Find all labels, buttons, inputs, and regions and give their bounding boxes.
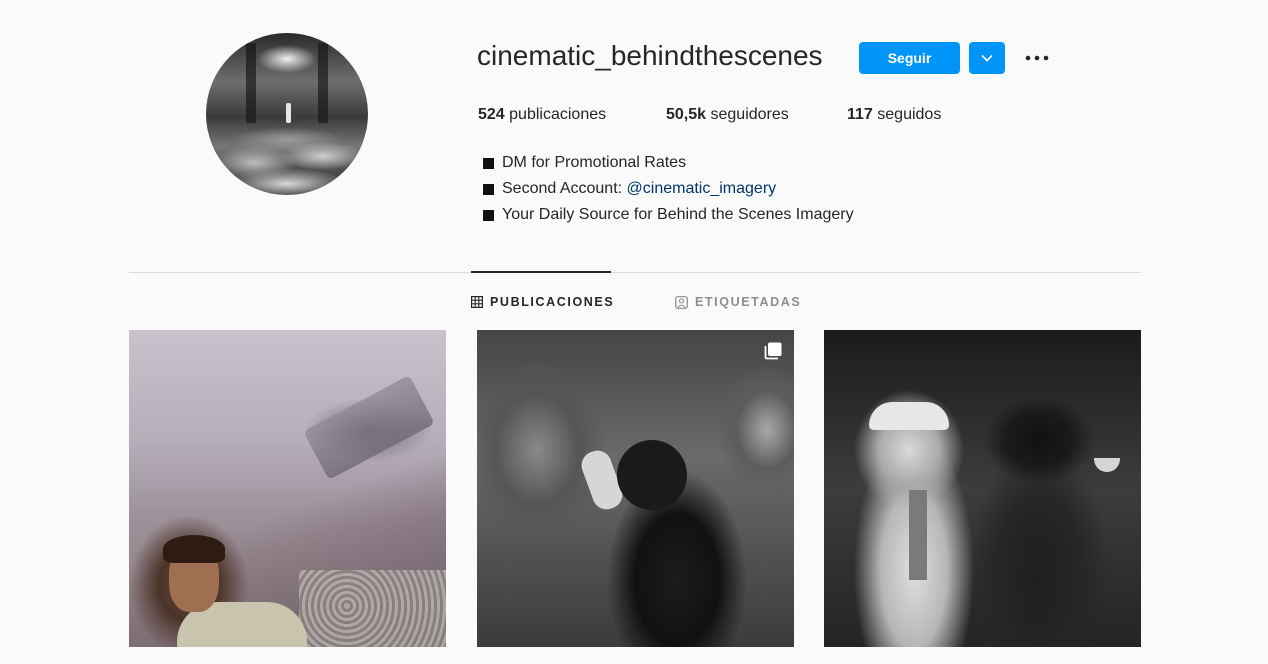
bullet-square-icon [483,183,494,195]
more-options-icon [1025,55,1049,61]
follow-button[interactable]: Seguir [859,42,960,74]
tab-tagged-label: ETIQUETADAS [695,295,802,309]
tabs-divider [129,272,1141,273]
post-thumbnail[interactable] [477,330,794,647]
followers-stat[interactable]: 50,5k seguidores [666,106,789,124]
bio-text: DM for Promotional Rates [502,154,687,171]
bio-line: Second Account: @cinematic_imagery [483,176,854,202]
followers-count: 50,5k [666,106,707,123]
post-thumbnail[interactable] [824,330,1141,647]
avatar-decoration [318,43,328,123]
following-label: seguidos [877,106,942,123]
post-image-detail [1094,458,1120,472]
carousel-icon [764,342,782,360]
bio-text: Your Daily Source for Behind the Scenes … [502,206,854,223]
profile-bio: DM for Promotional Rates Second Account:… [483,150,854,228]
post-image-detail [303,375,435,480]
following-stat[interactable]: 117 seguidos [847,106,941,124]
post-image-detail [869,402,949,430]
tab-tagged[interactable]: ETIQUETADAS [675,293,801,311]
bullet-square-icon [483,209,494,221]
following-count: 117 [847,106,873,123]
followers-label: seguidores [710,106,789,123]
second-account-link[interactable]: @cinematic_imagery [627,176,777,202]
posts-count: 524 [478,106,505,123]
bio-text: Second Account: [502,180,627,197]
suggested-accounts-dropdown-button[interactable] [969,42,1005,74]
chevron-down-icon [981,54,993,62]
tagged-person-icon [675,295,688,309]
post-image-detail [909,490,927,580]
more-options-button[interactable] [1022,46,1052,70]
tab-posts-label: PUBLICACIONES [490,295,615,309]
post-image-detail [163,535,225,563]
bio-line: DM for Promotional Rates [483,150,854,176]
tab-posts[interactable]: PUBLICACIONES [471,293,614,311]
posts-label: publicaciones [509,106,607,123]
active-tab-indicator [471,271,611,273]
post-image-detail [617,440,687,510]
post-thumbnail[interactable] [129,330,446,647]
profile-avatar[interactable] [206,33,368,195]
bio-line: Your Daily Source for Behind the Scenes … [483,202,854,228]
avatar-decoration [286,103,291,123]
grid-icon [471,296,483,308]
posts-count-stat: 524 publicaciones [478,106,606,124]
bullet-square-icon [483,157,494,169]
avatar-decoration [246,43,256,123]
profile-username: cinematic_behindthescenes [477,40,823,71]
post-image-detail [299,570,446,647]
